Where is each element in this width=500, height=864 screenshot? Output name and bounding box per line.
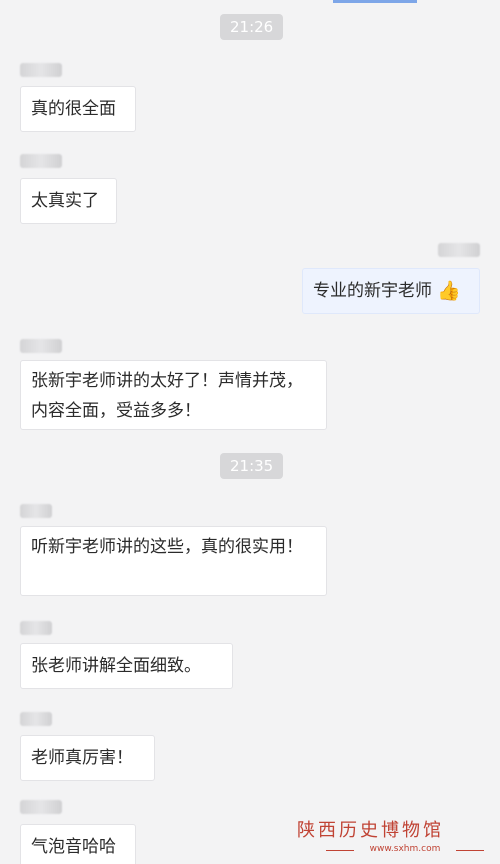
sender-name-blurred bbox=[20, 504, 52, 518]
sender-name-blurred bbox=[20, 712, 52, 726]
sender-name-blurred bbox=[20, 621, 52, 635]
chat-screen: 21:26 真的很全面 太真实了 专业的新宇老师 👍 张新宇老师讲的太好了！声情… bbox=[0, 0, 500, 864]
message-bubble[interactable]: 气泡音哈哈 bbox=[20, 824, 136, 864]
sender-name-blurred bbox=[20, 63, 62, 77]
sender-name-blurred bbox=[20, 339, 62, 353]
watermark-title: 陕西历史博物馆 bbox=[297, 820, 444, 841]
thumbs-up-icon: 👍 bbox=[437, 279, 461, 302]
watermark-url: www.sxhm.com bbox=[369, 844, 441, 854]
message-text: 专业的新宇老师 bbox=[313, 281, 432, 301]
watermark: 陕西历史博物馆 www.sxhm.com bbox=[297, 816, 494, 862]
top-indicator bbox=[333, 0, 417, 3]
timestamp: 21:26 bbox=[220, 14, 284, 40]
message-bubble[interactable]: 真的很全面 bbox=[20, 86, 136, 132]
self-name-blurred bbox=[438, 243, 480, 257]
watermark-divider bbox=[326, 850, 354, 851]
watermark-divider bbox=[456, 850, 484, 851]
message-bubble[interactable]: 太真实了 bbox=[20, 178, 117, 224]
timestamp: 21:35 bbox=[220, 453, 284, 479]
message-bubble[interactable]: 张新宇老师讲的太好了！声情并茂，内容全面，受益多多！ bbox=[20, 360, 327, 430]
message-bubble[interactable]: 听新宇老师讲的这些，真的很实用！ bbox=[20, 526, 327, 596]
sender-name-blurred bbox=[20, 154, 62, 168]
sender-name-blurred bbox=[20, 800, 62, 814]
message-bubble[interactable]: 老师真厉害！ bbox=[20, 735, 155, 781]
self-message-bubble[interactable]: 专业的新宇老师 👍 bbox=[302, 268, 480, 314]
message-bubble[interactable]: 张老师讲解全面细致。 bbox=[20, 643, 233, 689]
